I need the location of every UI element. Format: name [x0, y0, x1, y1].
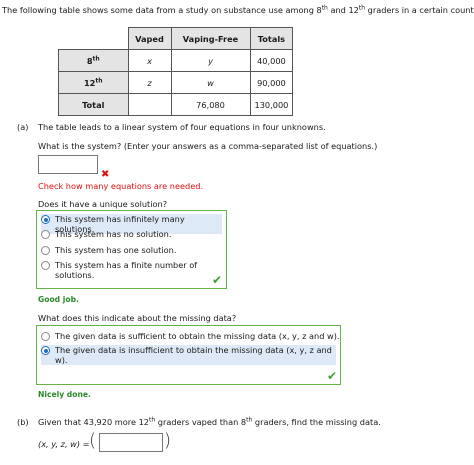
- part-b-pre: Given that 43,920 more 12: [38, 417, 150, 427]
- error-message: Check how many equations are needed.: [38, 181, 204, 191]
- row-label-sup: th: [95, 76, 103, 84]
- option-label: This system has no solution.: [55, 229, 172, 239]
- intro-text: The following table shows some data from…: [2, 5, 474, 15]
- part-b-mid: graders vaped than 8: [155, 417, 247, 427]
- radio-icon[interactable]: [41, 261, 50, 270]
- radio-selected-icon[interactable]: [41, 215, 50, 224]
- table-header-cell: Totals: [249, 27, 294, 50]
- option-label: This system has one solution.: [55, 245, 177, 255]
- check-icon: ✔: [327, 369, 338, 383]
- part-a-question: What is the system? (Enter your answers …: [38, 141, 378, 151]
- part-a-marker: (a): [17, 122, 29, 132]
- option-label-line: The given data is insufficient to obtain…: [55, 345, 332, 355]
- table-header-row: Vaped Vaping-Free Totals: [58, 27, 294, 50]
- left-paren: (: [89, 430, 97, 451]
- part-a-prompt: The table leads to a linear system of fo…: [38, 122, 326, 132]
- table-corner-cell: [58, 27, 129, 50]
- option-one-solution[interactable]: This system has one solution.: [41, 245, 176, 255]
- right-paren: ): [164, 430, 172, 451]
- table-cell: z: [127, 71, 172, 94]
- option-label: This system has a finite number of solut…: [55, 260, 198, 280]
- row-label-sup: th: [92, 54, 100, 62]
- option-no-solution[interactable]: This system has no solution.: [41, 229, 171, 239]
- row-label-cell: 8th: [58, 49, 129, 72]
- table-row: Total 76,080 130,000: [58, 93, 294, 116]
- table-cell: [127, 93, 172, 116]
- part-b-marker: (b): [17, 417, 29, 427]
- table-header-cell: Vaped: [127, 27, 172, 50]
- option-label: The given data is insufficient to obtain…: [55, 345, 332, 365]
- table-cell: y: [170, 49, 251, 72]
- missing-data-choices: The given data is sufficient to obtain t…: [36, 325, 341, 385]
- table-header-cell: Vaping-Free: [170, 27, 251, 50]
- row-label: Total: [82, 99, 105, 110]
- check-icon: ✔: [212, 273, 223, 287]
- row-label-cell: Total: [58, 93, 129, 116]
- part-b-prompt: Given that 43,920 more 12th graders vape…: [38, 417, 381, 427]
- part-b-post: graders, find the missing data.: [252, 417, 381, 427]
- option-label: The given data is sufficient to obtain t…: [55, 331, 340, 341]
- unique-solution-choices: This system has infinitely many solution…: [36, 210, 227, 289]
- incorrect-icon: ✖: [101, 169, 110, 180]
- intro-mid: and 12: [327, 5, 359, 15]
- unique-solution-question: Does it have a unique solution?: [38, 199, 168, 209]
- table-cell: w: [170, 71, 251, 94]
- radio-icon[interactable]: [41, 246, 50, 255]
- missing-data-input[interactable]: [99, 433, 163, 452]
- option-finite-solutions[interactable]: This system has a finite number of solut…: [41, 260, 226, 280]
- table-cell: 90,000: [249, 71, 294, 94]
- radio-icon[interactable]: [41, 230, 50, 239]
- row-label-cell: 12th: [58, 71, 129, 94]
- option-data-sufficient[interactable]: The given data is sufficient to obtain t…: [41, 331, 340, 341]
- system-answer-input[interactable]: [38, 155, 98, 174]
- feedback-nicely-done: Nicely done.: [38, 390, 91, 399]
- table-cell: 130,000: [249, 93, 294, 116]
- intro-post: graders in a certain country.: [365, 5, 474, 15]
- option-data-insufficient[interactable]: The given data is insufficient to obtain…: [41, 345, 336, 365]
- table-row: 12th z w 90,000: [58, 71, 294, 94]
- table-cell: 40,000: [249, 49, 294, 72]
- radio-icon[interactable]: [41, 332, 50, 341]
- missing-data-question: What does this indicate about the missin…: [38, 313, 237, 323]
- feedback-good-job: Good job.: [38, 295, 79, 304]
- answer-label: (x, y, z, w) =: [38, 439, 90, 449]
- table-row: 8th x y 40,000: [58, 49, 294, 72]
- option-label-line: w).: [55, 355, 68, 365]
- radio-selected-icon[interactable]: [41, 346, 50, 355]
- table-cell: x: [127, 49, 172, 72]
- intro-pre: The following table shows some data from…: [2, 5, 322, 15]
- data-table: Vaped Vaping-Free Totals 8th x y 40,000 …: [58, 27, 294, 116]
- row-label: 12: [83, 77, 96, 88]
- table-cell: 76,080: [170, 93, 251, 116]
